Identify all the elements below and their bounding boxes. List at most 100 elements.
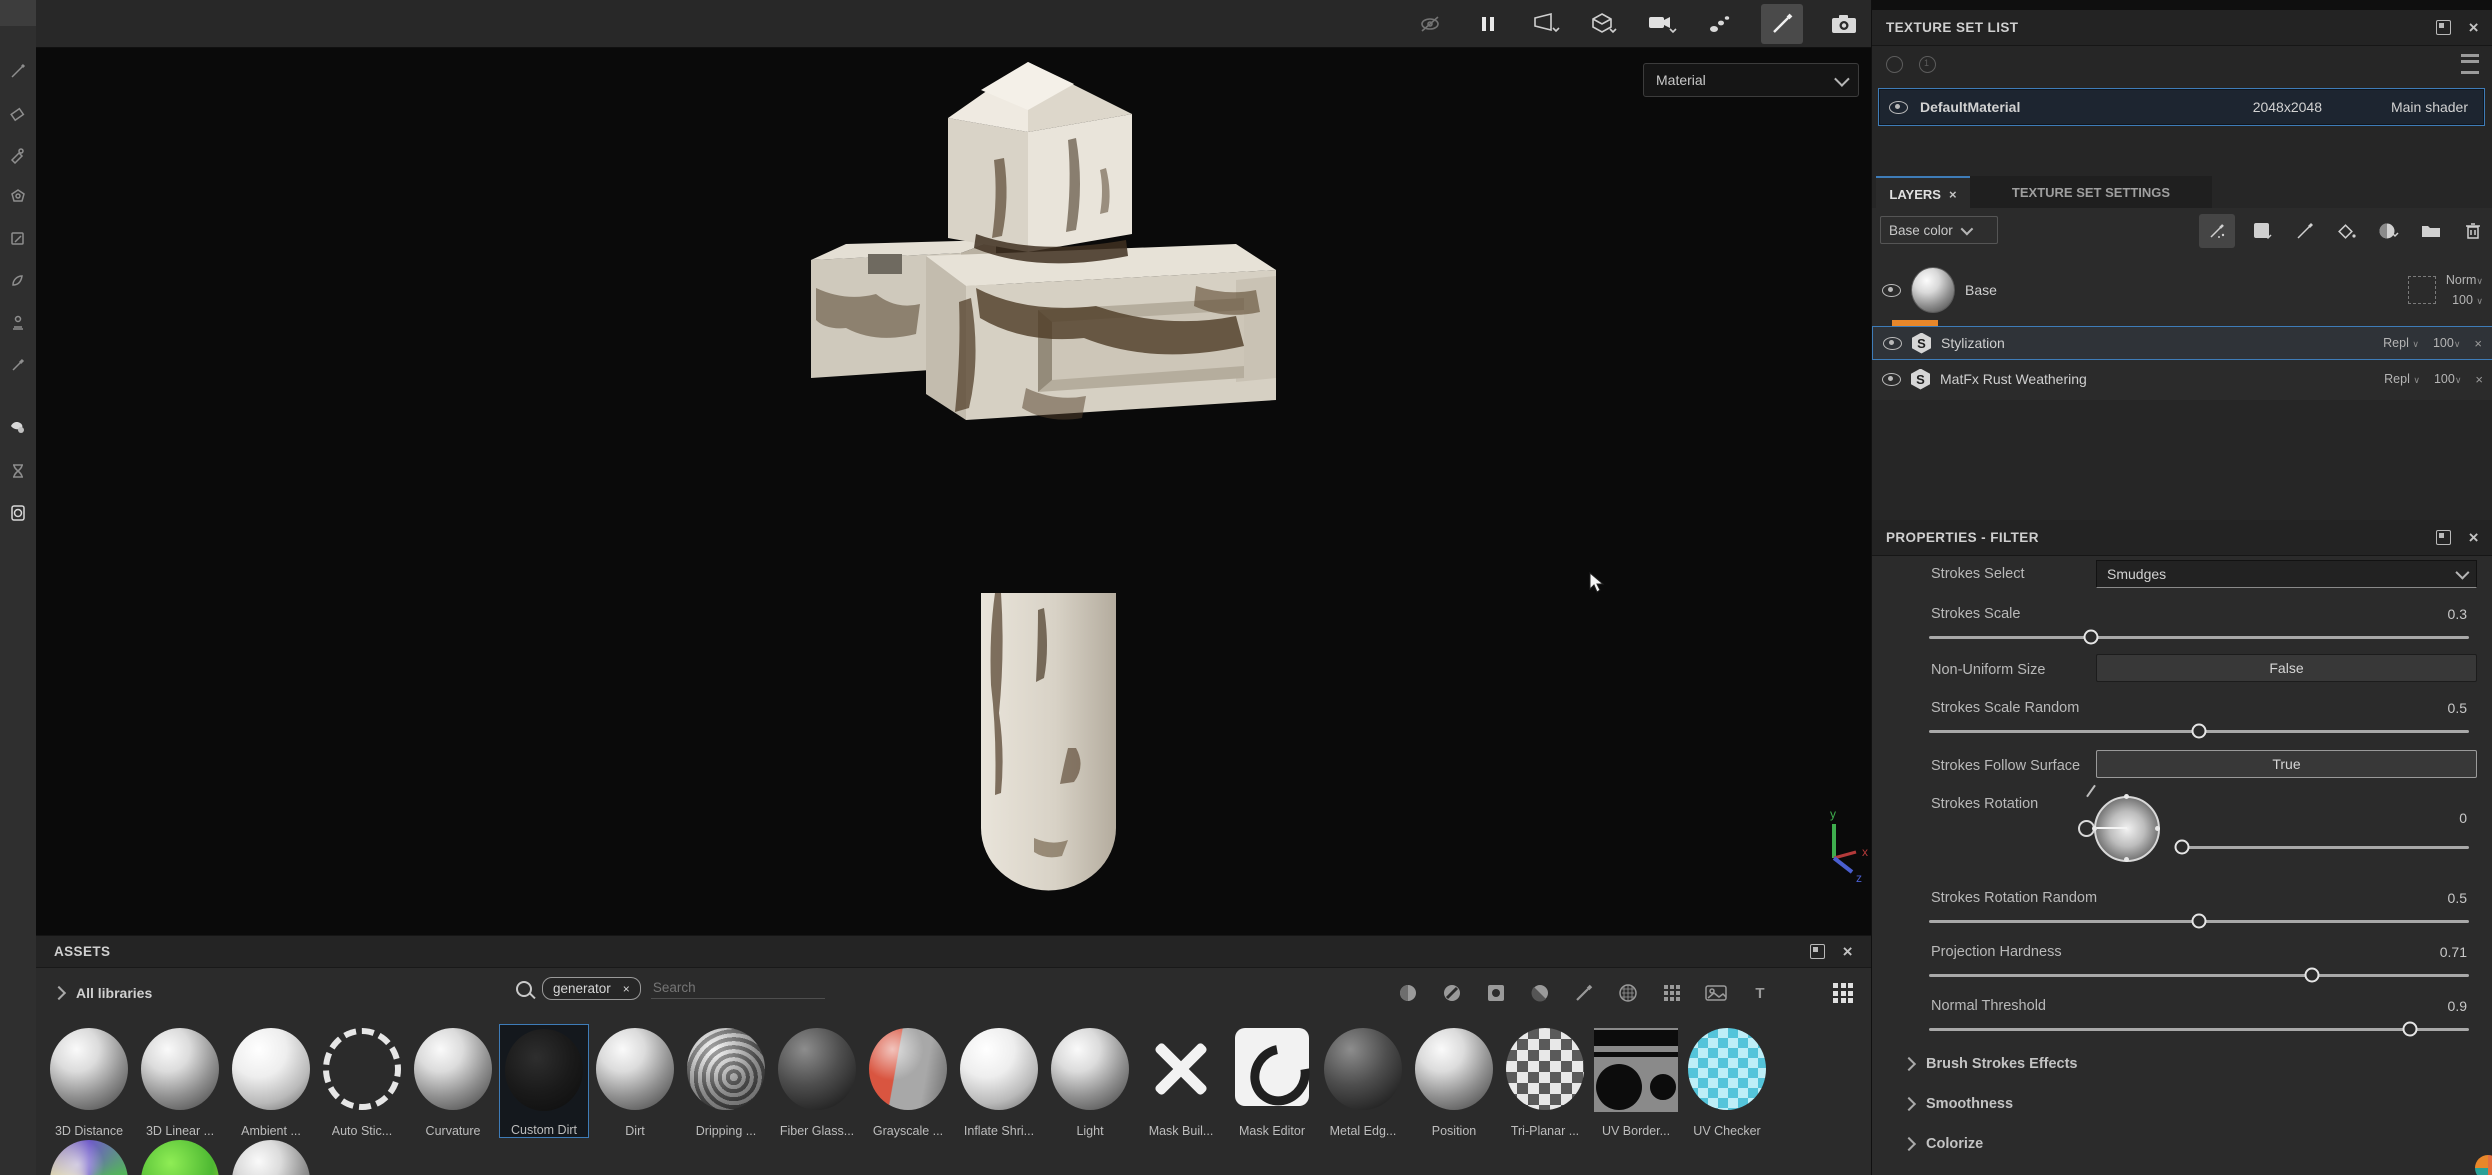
sync-icon[interactable] [1886, 56, 1903, 73]
paint-mode-icon[interactable] [1761, 4, 1803, 44]
popout-icon[interactable] [2436, 530, 2451, 545]
texture-set-row[interactable]: DefaultMaterial 2048x2048 Main shader [1878, 88, 2485, 126]
asset-tile[interactable]: 3D Linear ... [135, 1024, 225, 1138]
layer-mask-placeholder[interactable] [2408, 276, 2436, 304]
asset-tile[interactable]: Metal Edg... [1318, 1024, 1408, 1138]
strokes-follow-surface-toggle[interactable]: True [2096, 750, 2477, 778]
projection-tool-icon[interactable] [0, 136, 36, 174]
remove-layer-icon[interactable]: × [2475, 373, 2483, 386]
single-set-icon[interactable] [1919, 56, 1936, 73]
layer-row-base[interactable]: Base Norm∨ 100 ∨ [1872, 260, 2492, 320]
blend-mode-dropdown[interactable]: Repl ∨ [2384, 372, 2420, 386]
search-input[interactable] [651, 979, 825, 999]
list-options-icon[interactable] [2461, 54, 2479, 74]
axis-gizmo[interactable]: y x z [1812, 806, 1871, 886]
layer-visibility-icon[interactable] [1882, 284, 1901, 297]
layer-row-stylization[interactable]: S Stylization Repl ∨ 100∨ × [1872, 326, 2492, 360]
add-fill-layer-icon[interactable] [2249, 216, 2277, 246]
asset-thumbnail[interactable] [141, 1140, 219, 1175]
grid-view-icon[interactable] [1833, 983, 1853, 1003]
close-icon[interactable]: × [1843, 943, 1853, 960]
section-colorize[interactable]: Colorize [1904, 1136, 1983, 1152]
channel-dropdown[interactable]: Base color [1880, 216, 1998, 244]
visibility-off-icon[interactable] [1413, 5, 1447, 43]
library-selector[interactable]: All libraries [54, 985, 152, 1001]
smart-masks-filter-icon[interactable] [1485, 982, 1507, 1004]
normal-threshold-slider[interactable] [1929, 1022, 2469, 1036]
tab-texture-set-settings[interactable]: TEXTURE SET SETTINGS [1970, 176, 2212, 208]
brushes-filter-icon[interactable] [1573, 982, 1595, 1004]
brush-tool-icon[interactable] [0, 52, 36, 90]
asset-tile[interactable]: Inflate Shri... [954, 1024, 1044, 1138]
asset-thumbnail[interactable] [232, 1140, 310, 1175]
model-3d[interactable] [776, 48, 1281, 933]
add-effect-icon[interactable] [2199, 214, 2235, 248]
blend-mode-dropdown[interactable]: Norm∨ [2446, 273, 2483, 287]
asset-tile[interactable]: Auto Stic... [317, 1024, 407, 1138]
remove-tag-icon[interactable]: × [623, 982, 630, 996]
asset-tile[interactable]: Mask Editor [1227, 1024, 1317, 1138]
clone-tool-icon[interactable] [0, 262, 36, 300]
layer-visibility-icon[interactable] [1883, 337, 1902, 350]
asset-thumbnail[interactable] [50, 1140, 128, 1175]
asset-tile[interactable]: Curvature [408, 1024, 498, 1138]
opacity-dropdown[interactable]: 100 ∨ [2452, 293, 2483, 307]
procedurals-filter-icon[interactable] [1661, 982, 1683, 1004]
asset-tile[interactable]: Light [1045, 1024, 1135, 1138]
fonts-filter-icon[interactable]: T [1749, 982, 1771, 1004]
layer-row-matfx-rust-weathering[interactable]: S MatFx Rust Weathering Repl ∨ 100∨ × [1872, 362, 2492, 396]
tab-layers[interactable]: LAYERS × [1876, 176, 1970, 210]
remove-layer-icon[interactable]: × [2474, 337, 2482, 350]
layer-thumbnail[interactable] [1911, 267, 1955, 313]
asset-tile[interactable]: Mask Buil... [1136, 1024, 1226, 1138]
blend-mode-dropdown[interactable]: Repl ∨ [2383, 336, 2419, 350]
material-picker-tool-icon[interactable] [0, 346, 36, 384]
add-smart-material-icon[interactable] [2375, 216, 2403, 246]
filters-filter-icon[interactable] [1529, 982, 1551, 1004]
frustum-display-icon[interactable] [1529, 5, 1563, 43]
smart-materials-filter-icon[interactable] [1441, 982, 1463, 1004]
export-sphere-tool-icon[interactable] [0, 494, 36, 532]
tab-close-icon[interactable]: × [1949, 188, 1957, 201]
asset-tile-selected[interactable]: Custom Dirt [499, 1024, 589, 1138]
add-folder-icon[interactable] [2417, 216, 2445, 246]
asset-tile[interactable]: 3D Distance [44, 1024, 134, 1138]
section-smoothness[interactable]: Smoothness [1904, 1096, 2013, 1112]
section-brush-strokes-effects[interactable]: Brush Strokes Effects [1904, 1056, 2078, 1072]
alphas-filter-icon[interactable] [1617, 982, 1639, 1004]
viewport-display-mode-dropdown[interactable]: Material [1643, 63, 1859, 97]
pause-icon[interactable] [1471, 5, 1505, 43]
screenshot-icon[interactable] [1827, 5, 1861, 43]
popout-icon[interactable] [1810, 944, 1825, 959]
polygon-fill-tool-icon[interactable] [0, 178, 36, 216]
stamp-tool-icon[interactable] [0, 304, 36, 342]
3d-viewport[interactable]: Material [36, 48, 1871, 935]
physical-paint-tool-icon[interactable] [0, 408, 36, 446]
popout-icon[interactable] [2436, 20, 2451, 35]
asset-tile[interactable]: Dripping ... [681, 1024, 771, 1138]
camera-display-icon[interactable] [1645, 5, 1679, 43]
textures-filter-icon[interactable] [1705, 982, 1727, 1004]
delete-layer-icon[interactable] [2459, 216, 2487, 246]
asset-tile[interactable]: Ambient ... [226, 1024, 316, 1138]
strokes-select-dropdown[interactable]: Smudges [2096, 560, 2477, 588]
close-icon[interactable]: × [2469, 19, 2479, 36]
mesh-display-icon[interactable] [1587, 5, 1621, 43]
particles-icon[interactable] [1703, 5, 1737, 43]
layer-visibility-icon[interactable] [1882, 373, 1901, 386]
asset-tile[interactable]: Dirt [590, 1024, 680, 1138]
asset-tile[interactable]: Position [1409, 1024, 1499, 1138]
search-tag-chip[interactable]: generator × [542, 977, 641, 1000]
asset-tile[interactable]: Grayscale ... [863, 1024, 953, 1138]
asset-tile[interactable]: Tri-Planar ... [1500, 1024, 1590, 1138]
strokes-scale-slider[interactable] [1929, 630, 2469, 644]
add-paint-layer-icon[interactable] [2291, 216, 2319, 246]
visibility-eye-icon[interactable] [1889, 101, 1908, 114]
history-tool-icon[interactable] [0, 452, 36, 490]
projection-hardness-slider[interactable] [1929, 968, 2469, 982]
eraser-tool-icon[interactable] [0, 94, 36, 132]
strokes-rotation-random-slider[interactable] [1929, 914, 2469, 928]
opacity-dropdown[interactable]: 100∨ [2434, 372, 2461, 386]
strokes-scale-random-slider[interactable] [1929, 724, 2469, 738]
strokes-rotation-dial[interactable] [2094, 796, 2160, 862]
